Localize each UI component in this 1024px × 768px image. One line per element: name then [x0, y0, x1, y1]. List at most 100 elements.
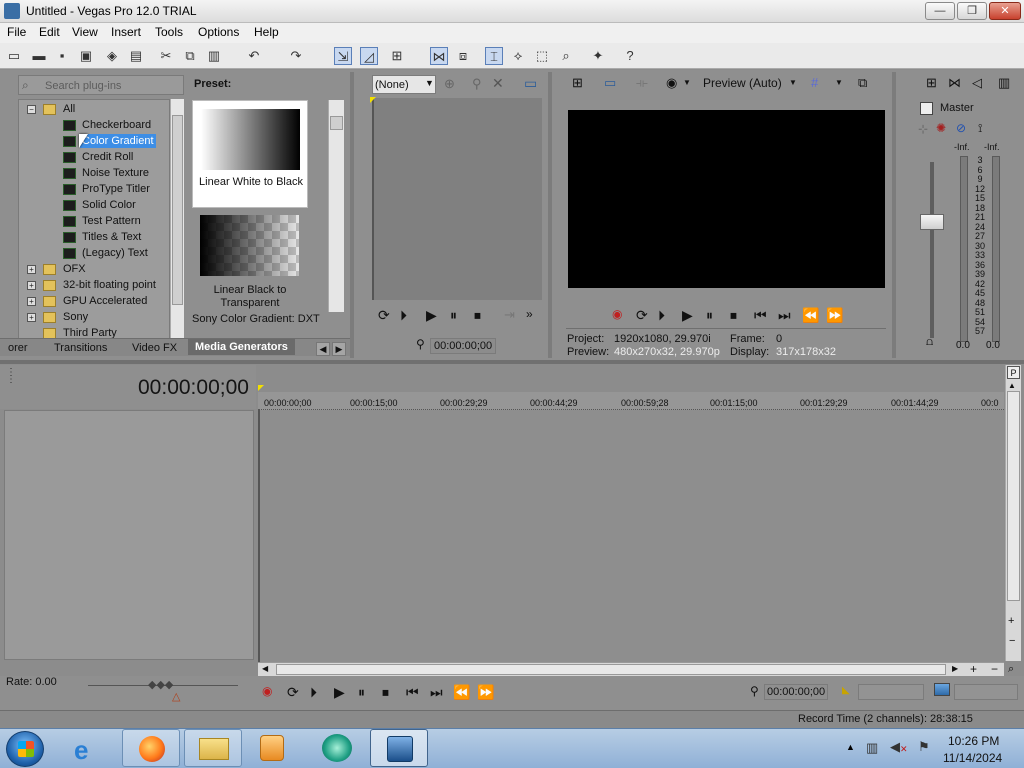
ignore-grouping-icon[interactable]: ⧈	[454, 47, 472, 65]
video-preview-screen[interactable]	[568, 110, 885, 288]
preset-white-to-black[interactable]: Linear White to Black	[192, 100, 308, 208]
menu-insert[interactable]: Insert	[111, 25, 141, 39]
tree-item-protype-titler[interactable]: ProType Titler	[82, 183, 150, 195]
previous-frame-icon[interactable]: ⏪	[802, 307, 819, 324]
previous-frame-icon[interactable]: ⏪	[453, 684, 470, 701]
scroll-thumb[interactable]	[1007, 391, 1020, 601]
tab-transitions[interactable]: Transitions	[54, 342, 107, 354]
copy-snapshot-icon[interactable]: ⧉	[858, 75, 867, 91]
chevron-down-icon[interactable]: ▼	[789, 78, 797, 87]
preview-properties-icon[interactable]: ⊞	[572, 75, 583, 91]
dim-output-icon[interactable]: ◁	[972, 75, 982, 91]
selection-start-field[interactable]	[858, 684, 924, 700]
normal-edit-tool-icon[interactable]: ⌶	[485, 47, 503, 65]
fx-bypass-icon[interactable]: ✺	[936, 121, 946, 135]
zoom-in-vertical-icon[interactable]: +	[1008, 615, 1014, 627]
chevron-down-icon[interactable]: ▼	[835, 78, 843, 87]
marker-icon[interactable]: P	[1007, 366, 1020, 379]
scroll-left-icon[interactable]: ◀	[262, 664, 268, 673]
auto-ripple-icon[interactable]: ⇲	[334, 47, 352, 65]
drag-handle[interactable]: ⋮ ⋮	[6, 368, 16, 385]
zoom-out-horizontal-icon[interactable]: −	[991, 662, 998, 676]
zoom-in-horizontal-icon[interactable]: +	[970, 662, 977, 676]
pause-icon[interactable]: ⏸	[450, 307, 457, 324]
auto-crossfade-icon[interactable]: ⋈	[430, 47, 448, 65]
downmix-icon[interactable]: ⋈	[948, 75, 961, 91]
dock-splitter[interactable]	[0, 360, 1024, 364]
menu-file[interactable]: File	[7, 25, 26, 39]
tree-item-credit-roll[interactable]: Credit Roll	[82, 151, 133, 163]
go-to-start-icon[interactable]: ⏮	[754, 307, 767, 324]
trimmer-view[interactable]	[372, 98, 542, 300]
split-screen-icon[interactable]: ⟛	[636, 75, 648, 91]
tree-collapse-all[interactable]: −	[27, 105, 36, 114]
go-to-end-icon[interactable]: ⏭	[778, 307, 791, 324]
tab-scroll-right[interactable]: ▶	[332, 342, 346, 356]
fx-icon[interactable]: ⊹	[918, 122, 928, 136]
pause-icon[interactable]: ⏸	[706, 307, 713, 324]
search-box[interactable]: ⌕ Search plug-ins	[18, 75, 184, 95]
scroll-right-icon[interactable]: ▶	[952, 664, 958, 673]
scroll-up-icon[interactable]: ▲	[1008, 381, 1016, 390]
timeline-vertical-scrollbar[interactable]: P ▲ + −	[1005, 365, 1021, 661]
fader-lock-icon[interactable]: ⩍	[926, 336, 933, 349]
tree-expand-ofx[interactable]: +	[27, 265, 36, 274]
tree-item-32bit[interactable]: 32-bit floating point	[63, 279, 156, 291]
chevron-down-icon[interactable]: ▼	[683, 78, 691, 87]
record-icon[interactable]: ◉	[262, 684, 272, 698]
more-icon[interactable]: »	[526, 307, 533, 321]
selection-length-field[interactable]	[954, 684, 1018, 700]
loop-icon[interactable]: ⟳	[636, 307, 648, 324]
menu-tools[interactable]: Tools	[155, 25, 183, 39]
pause-icon[interactable]: ⏸	[358, 684, 365, 701]
trimmer-dropdown[interactable]: (None) ▼	[372, 75, 436, 94]
mixer-menu-icon[interactable]: ▥	[998, 75, 1010, 91]
overlays-icon[interactable]: ◉	[666, 75, 677, 91]
master-fader-handle[interactable]	[920, 214, 944, 230]
menu-view[interactable]: View	[72, 25, 98, 39]
envelope-tool-icon[interactable]: ⟡	[509, 47, 527, 65]
tree-item-all[interactable]: All	[63, 103, 75, 115]
plugin-tree-scrollbar[interactable]	[170, 99, 184, 339]
go-to-start-icon[interactable]: ⏮	[406, 684, 419, 701]
solo-icon[interactable]: ⟟	[978, 121, 982, 136]
tab-video-fx[interactable]: Video FX	[132, 342, 177, 354]
clock-time[interactable]: 10:26 PM	[948, 734, 999, 748]
tree-item-gpu[interactable]: GPU Accelerated	[63, 295, 147, 307]
internet-explorer-icon[interactable]: e	[74, 735, 88, 766]
play-from-start-icon[interactable]: ⏵	[400, 307, 407, 324]
tree-item-noise-texture[interactable]: Noise Texture	[82, 167, 149, 179]
timeline-ruler[interactable]: 00:00:00;00 00:00:15;00 00:00:29;29 00:0…	[258, 392, 1004, 410]
mute-icon[interactable]: ⊘	[956, 121, 966, 135]
clock-date[interactable]: 11/14/2024	[943, 751, 1002, 765]
preset-black-to-transparent[interactable]: Linear Black to Transparent	[192, 211, 308, 311]
scroll-thumb[interactable]	[172, 115, 183, 305]
zoom-tool-icon[interactable]: ⌕	[1008, 663, 1014, 676]
tree-item-legacy-text[interactable]: (Legacy) Text	[82, 247, 148, 259]
timeline-horizontal-scrollbar[interactable]: ◀ ▶ + −	[258, 662, 1004, 676]
play-from-start-icon[interactable]: ⏵	[658, 307, 665, 324]
grid-icon[interactable]: #	[811, 75, 818, 90]
stop-icon[interactable]: ⏹	[382, 684, 389, 701]
zoom-out-vertical-icon[interactable]: −	[1009, 635, 1015, 647]
wizard-icon[interactable]: ✦	[589, 47, 607, 65]
go-to-end-icon[interactable]: ⏭	[430, 684, 443, 701]
tree-expand-sony[interactable]: +	[27, 313, 36, 322]
tree-expand-32bit[interactable]: +	[27, 281, 36, 290]
stop-icon[interactable]: ⏹	[730, 307, 737, 324]
save-icon[interactable]: ▪	[53, 47, 71, 65]
next-frame-icon[interactable]: ⏩	[826, 307, 843, 324]
properties-icon[interactable]: ▤	[127, 47, 145, 65]
loop-icon[interactable]: ⟳	[378, 307, 390, 324]
tree-item-ofx[interactable]: OFX	[63, 263, 86, 275]
open-icon[interactable]: ▬	[30, 47, 48, 65]
taskbar-firefox[interactable]	[122, 729, 180, 767]
close-icon[interactable]: ✕	[492, 75, 504, 92]
tree-item-solid-color[interactable]: Solid Color	[82, 199, 136, 211]
taskbar-explorer[interactable]	[184, 729, 242, 767]
preset-scrollbar[interactable]	[328, 100, 344, 312]
play-icon[interactable]: ▶	[682, 307, 693, 324]
undo-icon[interactable]: ↶	[245, 47, 263, 65]
menu-options[interactable]: Options	[198, 25, 239, 39]
tree-item-test-pattern[interactable]: Test Pattern	[82, 215, 141, 227]
